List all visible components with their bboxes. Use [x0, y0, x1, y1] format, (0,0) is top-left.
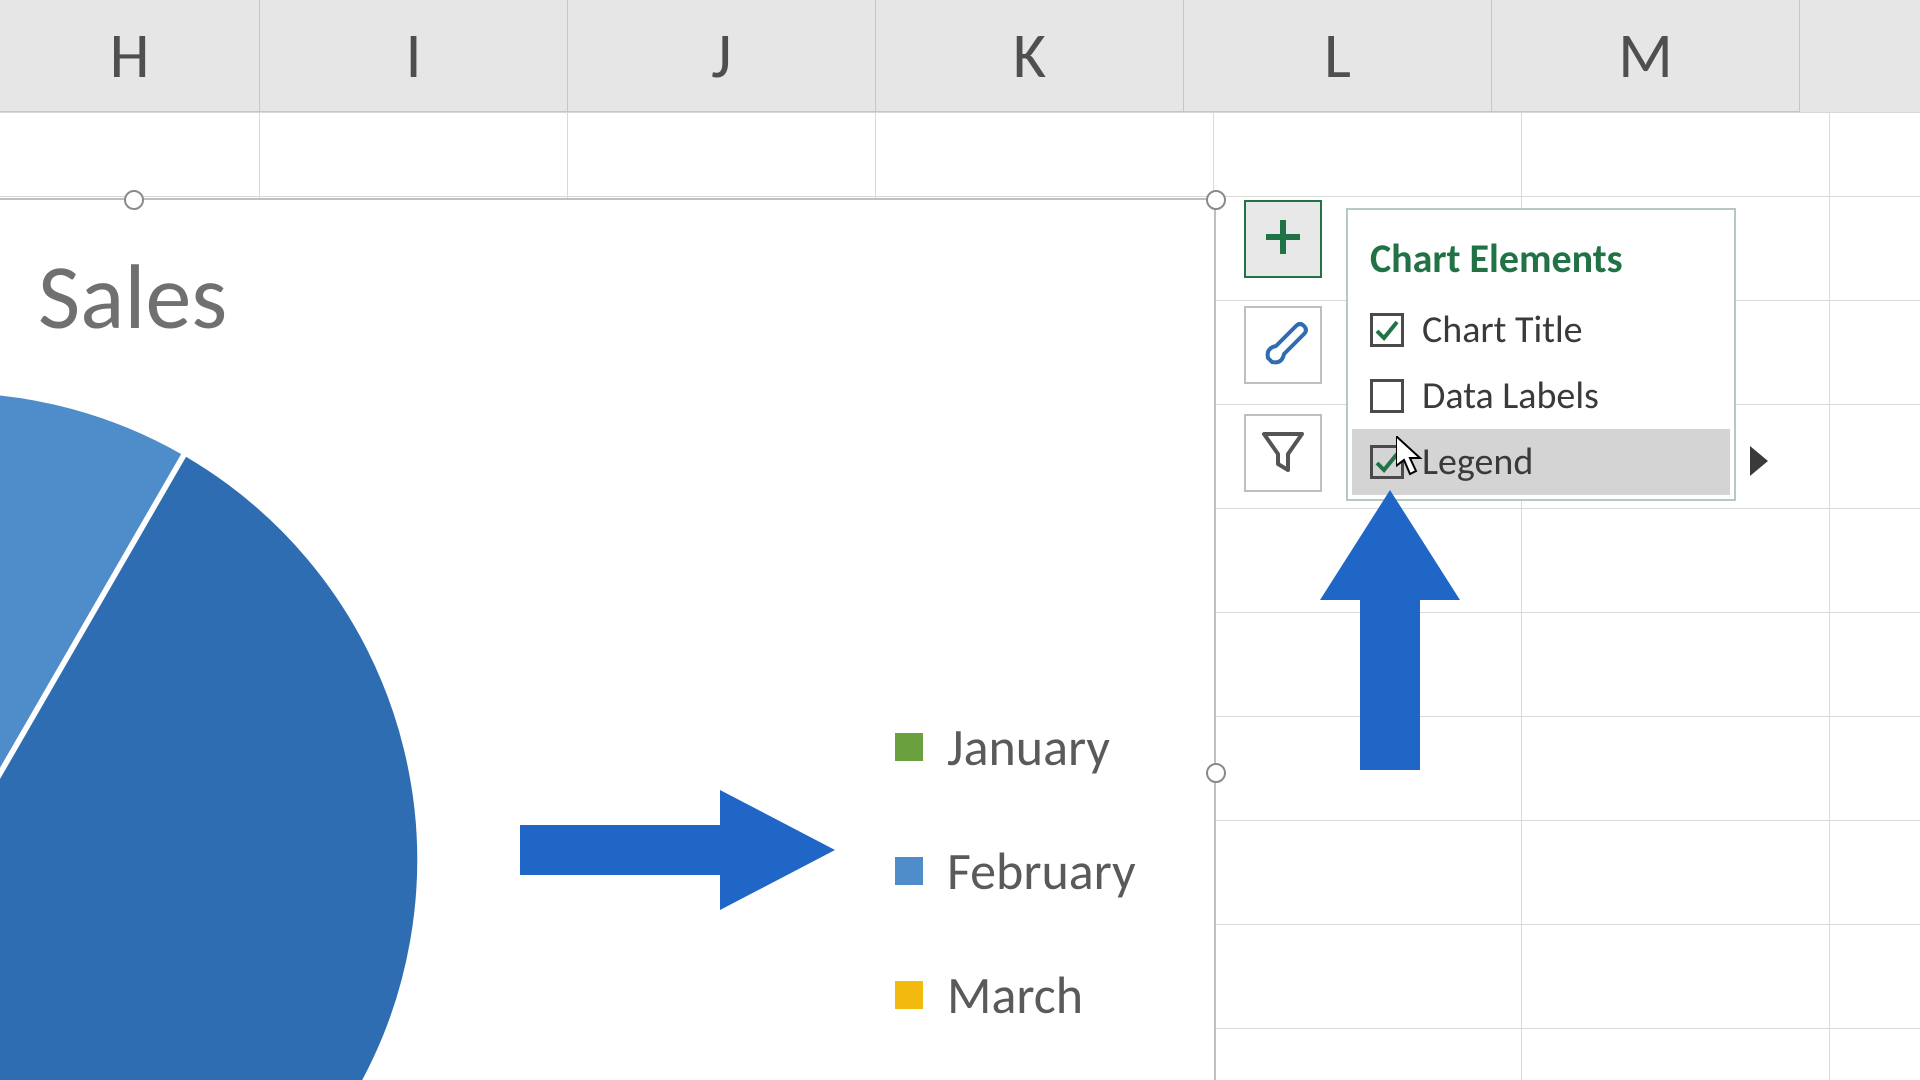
pie-chart[interactable] [0, 390, 420, 1080]
legend-swatch [895, 981, 923, 1009]
chevron-right-icon[interactable] [1750, 441, 1772, 487]
legend-swatch [895, 857, 923, 885]
column-header[interactable]: J [568, 0, 876, 112]
legend-swatch [895, 733, 923, 761]
funnel-icon [1258, 426, 1308, 481]
legend-label: February [947, 839, 1136, 903]
chart-elements-option-chart-title[interactable]: Chart Title [1348, 297, 1734, 363]
column-header-row: H I J K L M [0, 0, 1920, 112]
plus-icon [1260, 214, 1306, 265]
chart-elements-option-data-labels[interactable]: Data Labels [1348, 363, 1734, 429]
chart-styles-button[interactable] [1244, 306, 1322, 384]
legend-label: March [947, 963, 1083, 1027]
chart-elements-button[interactable] [1244, 200, 1322, 278]
chart-title[interactable]: Sales [38, 240, 227, 353]
chart-legend[interactable]: January February March [895, 715, 1136, 1027]
option-label: Chart Title [1422, 307, 1583, 353]
annotation-arrow-up-icon [1320, 490, 1460, 775]
option-label: Data Labels [1422, 373, 1599, 419]
selection-handle[interactable] [1206, 190, 1226, 210]
column-header[interactable]: M [1492, 0, 1800, 112]
chart-filters-button[interactable] [1244, 414, 1322, 492]
option-label: Legend [1422, 439, 1533, 485]
chart-elements-option-legend[interactable]: Legend [1352, 429, 1730, 495]
legend-item[interactable]: March [895, 963, 1136, 1027]
popover-title: Chart Elements [1348, 228, 1734, 297]
selection-handle[interactable] [124, 190, 144, 210]
column-header[interactable]: K [876, 0, 1184, 112]
brush-icon [1258, 318, 1308, 373]
legend-item[interactable]: January [895, 715, 1136, 779]
legend-item[interactable]: February [895, 839, 1136, 903]
checkbox-icon[interactable] [1370, 379, 1404, 413]
checkbox-icon[interactable] [1370, 445, 1404, 479]
checkbox-icon[interactable] [1370, 313, 1404, 347]
legend-label: January [947, 715, 1110, 779]
annotation-arrow-right-icon [520, 780, 840, 925]
column-header[interactable]: H [0, 0, 260, 112]
selection-handle[interactable] [1206, 763, 1226, 783]
column-header[interactable]: I [260, 0, 568, 112]
chart-elements-popover: Chart Elements Chart Title Data Labels L… [1346, 208, 1736, 501]
column-header[interactable]: L [1184, 0, 1492, 112]
